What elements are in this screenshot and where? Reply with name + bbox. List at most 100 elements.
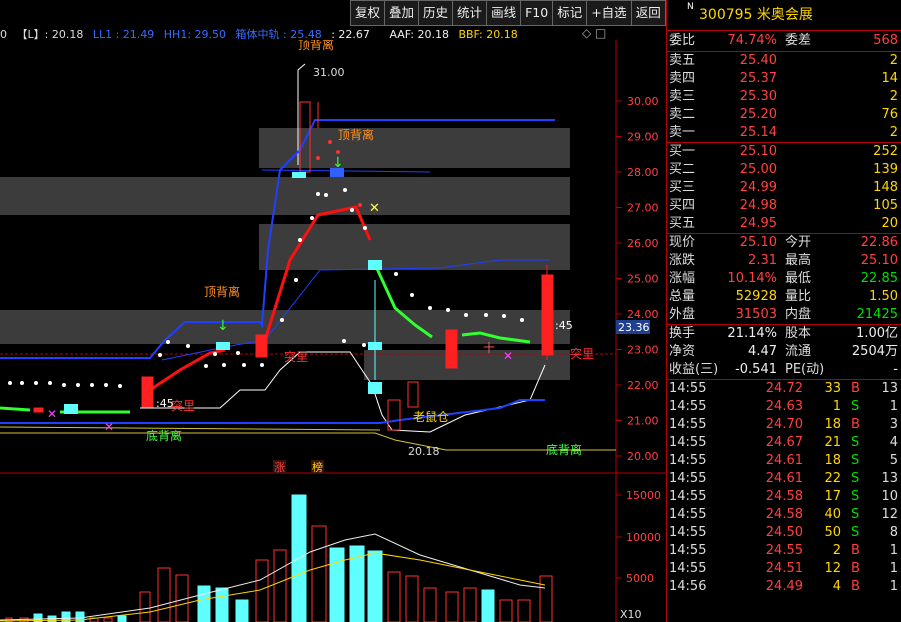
tick-count: 1 (889, 399, 898, 414)
weicha-value: 568 (873, 33, 898, 48)
quote-value: 25.10 (860, 253, 898, 268)
candle-down-6 (292, 172, 306, 178)
tick-volume: 40 (824, 507, 841, 522)
toolbar-button[interactable]: 返回 (630, 0, 666, 26)
toolbar-button[interactable]: 统计 (452, 0, 488, 26)
chart-menu-icon[interactable]: ◇ □ (582, 26, 606, 40)
signal-dot (280, 318, 284, 322)
book-row[interactable]: 买五 24.95 20 (667, 215, 901, 233)
ask-book: 卖五 25.40 2 卖四 25.37 14 卖三 25.30 2 卖二 25.20 76 卖一 25.1… (667, 52, 901, 143)
tick-side: B (851, 381, 860, 396)
quote-row: 收益(三) -0.541 PE(动) - (667, 361, 901, 379)
signal-dot (204, 364, 208, 368)
quote-value: 52928 (735, 289, 777, 304)
price-tick-label: 22.00 (627, 379, 659, 392)
quote-value: 22.85 (860, 271, 898, 286)
volume-ma-yellow (0, 552, 546, 622)
kline-chart[interactable]: 30.00 29.00 28.00 27.00 26.00 25.00 24.00 23.00… (0, 40, 666, 622)
book-row[interactable]: 买二 25.00 139 (667, 161, 901, 179)
quote-value: - (893, 362, 898, 377)
signal-dot (484, 313, 488, 317)
signal-dot-red (336, 150, 340, 154)
box-zone-2 (0, 177, 570, 215)
quote-label: 外盘 (669, 307, 696, 322)
quote-value: 21425 (856, 307, 898, 322)
tick-price: 24.63 (765, 399, 803, 414)
tick-volume: 33 (824, 381, 841, 396)
tick-row: 14:55 24.61 22 S 13 (667, 470, 901, 488)
tag-bang: 榜 (312, 460, 323, 474)
tick-time: 14:55 (669, 381, 707, 396)
signal-dot (294, 278, 298, 282)
volume-bar (499, 599, 513, 622)
toolbar-button[interactable]: 复权 (350, 0, 386, 26)
channel-line-blue-top (261, 169, 431, 173)
quote-value: 1.00亿 (856, 326, 898, 341)
book-label: 买二 (669, 162, 696, 177)
volume-bar (273, 549, 287, 622)
quote-label: 今开 (785, 235, 812, 250)
stock-title[interactable]: N 300795 米奥会展 (667, 0, 901, 31)
quote-value: 31503 (735, 307, 777, 322)
tick-row: 14:55 24.50 50 S 8 (667, 524, 901, 542)
book-row[interactable]: 卖二 25.20 76 (667, 106, 901, 124)
book-row[interactable]: 卖一 25.14 2 (667, 124, 901, 142)
signal-dot (158, 353, 162, 357)
signal-dot (213, 352, 217, 356)
tick-row: 14:55 24.58 40 S 12 (667, 506, 901, 524)
tick-count: 8 (889, 525, 898, 540)
tick-price: 24.49 (765, 579, 803, 594)
bid-book: 买一 25.10 252 买二 25.00 139 买三 24.99 148 买四 24.98 105… (667, 143, 901, 234)
volume-bar (157, 567, 171, 622)
volume-bar (235, 599, 249, 622)
signal-dot (76, 383, 80, 387)
book-row[interactable]: 买四 24.98 105 (667, 197, 901, 215)
tick-volume: 12 (824, 561, 841, 576)
signal-dot (118, 384, 122, 388)
tick-volume: 1 (832, 399, 841, 414)
book-price: 25.30 (739, 89, 777, 104)
quote-value: 22.86 (860, 235, 898, 250)
book-row[interactable]: 买三 24.99 148 (667, 179, 901, 197)
price-axis: 30.00 29.00 28.00 27.00 26.00 25.00 24.00 23.00… (616, 95, 659, 463)
signal-dot-red (316, 156, 320, 160)
book-price: 25.20 (739, 107, 777, 122)
tick-row: 14:55 24.58 17 S 10 (667, 488, 901, 506)
signal-dot (260, 363, 264, 367)
quote-label: 量比 (785, 289, 812, 304)
tick-time: 14:55 (669, 543, 707, 558)
quote-label: 涨跌 (669, 253, 696, 268)
quote-label: 流通 (785, 344, 812, 359)
book-row[interactable]: 卖三 25.30 2 (667, 88, 901, 106)
signal-dot-red (358, 203, 362, 207)
tag-zhang: 涨 (274, 461, 285, 474)
doji-marker: 十 (483, 341, 495, 355)
arrow-down-green-1: ↓ (217, 318, 229, 334)
toolbar-button[interactable]: 画线 (486, 0, 522, 26)
book-row[interactable]: 卖四 25.37 14 (667, 70, 901, 88)
current-price-tag: 23.36 (618, 321, 650, 334)
toolbar-button[interactable]: 叠加 (384, 0, 420, 26)
toolbar-button[interactable]: 历史 (418, 0, 454, 26)
price-tick-label: 28.00 (627, 166, 659, 179)
label-old-mouse: 老鼠仓 (413, 410, 449, 424)
quote-label: PE(动) (785, 362, 825, 377)
tick-row: 14:55 24.51 12 B 1 (667, 560, 901, 578)
tick-row: 14:55 24.70 18 B 3 (667, 416, 901, 434)
book-volume: 76 (881, 107, 898, 122)
tick-side: S (851, 489, 860, 504)
volume-tick-label: 5000 (626, 572, 654, 585)
tick-time: 14:55 (669, 453, 707, 468)
book-price: 24.95 (739, 216, 777, 231)
toolbar-button[interactable]: 标记 (552, 0, 588, 26)
book-price: 24.99 (739, 180, 777, 195)
book-label: 卖二 (669, 107, 696, 122)
quote-value: 10.14% (727, 271, 777, 286)
tick-count: 12 (881, 507, 898, 522)
tick-side: B (851, 417, 860, 432)
toolbar-button[interactable]: +自选 (586, 0, 632, 26)
toolbar-button[interactable]: F10 (520, 0, 554, 26)
volume-bar (329, 547, 345, 622)
book-row[interactable]: 卖五 25.40 2 (667, 52, 901, 70)
book-row[interactable]: 买一 25.10 252 (667, 143, 901, 161)
